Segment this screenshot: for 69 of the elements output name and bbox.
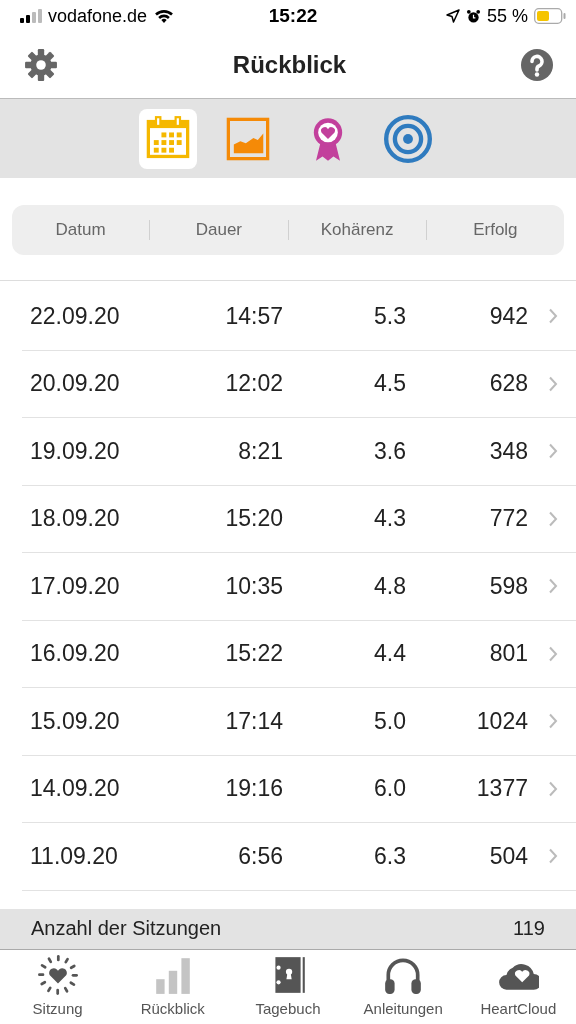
battery-percentage: 55 % (486, 5, 528, 27)
table-cell-text: 4.5 (373, 370, 406, 398)
table-cell-text: 3.6 (373, 437, 406, 465)
chevron-right-icon[interactable] (548, 645, 558, 662)
chevron-right-icon[interactable] (548, 848, 558, 865)
chevron-right-icon[interactable] (548, 308, 558, 325)
chevron-right-icon[interactable] (548, 713, 558, 730)
column-header[interactable]: Kohärenz (287, 220, 426, 240)
table-cell-text: 14:57 (224, 302, 283, 330)
column-header[interactable]: Dauer (149, 220, 288, 240)
table-cell-text: 1024 (475, 707, 528, 735)
table-cell-text: 5.0 (373, 707, 406, 735)
screen-title: Rückblick (232, 51, 347, 79)
table-cell-text: 6.3 (373, 842, 406, 870)
help-icon[interactable] (521, 49, 553, 81)
column-header[interactable]: Datum (12, 220, 150, 240)
table-cell-text: 14.09.20 (29, 775, 121, 803)
table-cell-text: 19.09.20 (29, 437, 121, 465)
location-arrow-icon (445, 9, 460, 23)
settings-icon[interactable] (24, 48, 58, 82)
table-cell-text: 11.09.20 (29, 842, 119, 870)
alarm-icon (465, 8, 481, 24)
chevron-right-icon[interactable] (548, 510, 558, 527)
table-cell-text: 1377 (475, 775, 528, 803)
table-cell-text: 4.3 (373, 505, 406, 533)
table-cell-text: 4.4 (373, 640, 406, 668)
tab-bar-item[interactable]: Anleitungen (348, 954, 459, 1018)
table-cell-text: 5.3 (373, 302, 406, 330)
table-cell-text: 348 (488, 437, 528, 465)
tab-bar-item[interactable]: Tagebuch (232, 954, 343, 1018)
table-cell-text: 10:35 (224, 572, 283, 600)
wifi-icon (153, 8, 176, 24)
table-cell-text: 6.0 (373, 775, 406, 803)
table-cell-text: 6:56 (237, 842, 283, 870)
tab-bar-item[interactable]: Rückblick (117, 954, 228, 1018)
table-cell-text: 942 (488, 302, 528, 330)
tab-bar-item[interactable]: HeartCloud (463, 954, 574, 1018)
target-icon (384, 114, 432, 163)
table-cell-text: 15.09.20 (29, 707, 121, 735)
table-cell-text: 22.09.20 (29, 302, 121, 330)
table-cell-text: 12:02 (224, 370, 283, 398)
chevron-right-icon[interactable] (548, 375, 558, 392)
table-cell-text: 20.09.20 (29, 370, 121, 398)
table-cell-text: 19:16 (224, 775, 283, 803)
sun-heart-icon (36, 954, 79, 997)
table-cell-text: 772 (488, 505, 528, 533)
column-header[interactable]: Erfolg (425, 220, 564, 240)
chevron-right-icon[interactable] (548, 578, 558, 595)
tab-bar-item[interactable]: Sitzung (2, 954, 113, 1018)
table-cell-text: 18.09.20 (29, 505, 121, 533)
table-cell-text: 17:14 (224, 707, 283, 735)
clock-time: 15:22 (268, 5, 318, 27)
table-cell-text: 15:20 (224, 505, 283, 533)
chevron-right-icon[interactable] (548, 780, 558, 797)
table-cell-text: 8:21 (237, 437, 283, 465)
table-cell-text: 504 (488, 842, 528, 870)
table-cell-text: 628 (488, 370, 528, 398)
table-cell-text: 17.09.20 (29, 572, 121, 600)
table-cell-text: 801 (488, 640, 528, 668)
battery-icon (534, 8, 566, 24)
summary-value: 119 (513, 917, 545, 940)
signal-icon (20, 9, 42, 23)
table-cell-text: 15:22 (224, 640, 283, 668)
carrier-name: vodafone.de (48, 5, 148, 27)
table-cell-text: 4.8 (373, 572, 406, 600)
table-cell-text: 16.09.20 (29, 640, 121, 668)
summary-label: Anzahl der Sitzungen (31, 917, 222, 940)
chevron-right-icon[interactable] (548, 443, 558, 460)
table-cell-text: 598 (488, 572, 528, 600)
